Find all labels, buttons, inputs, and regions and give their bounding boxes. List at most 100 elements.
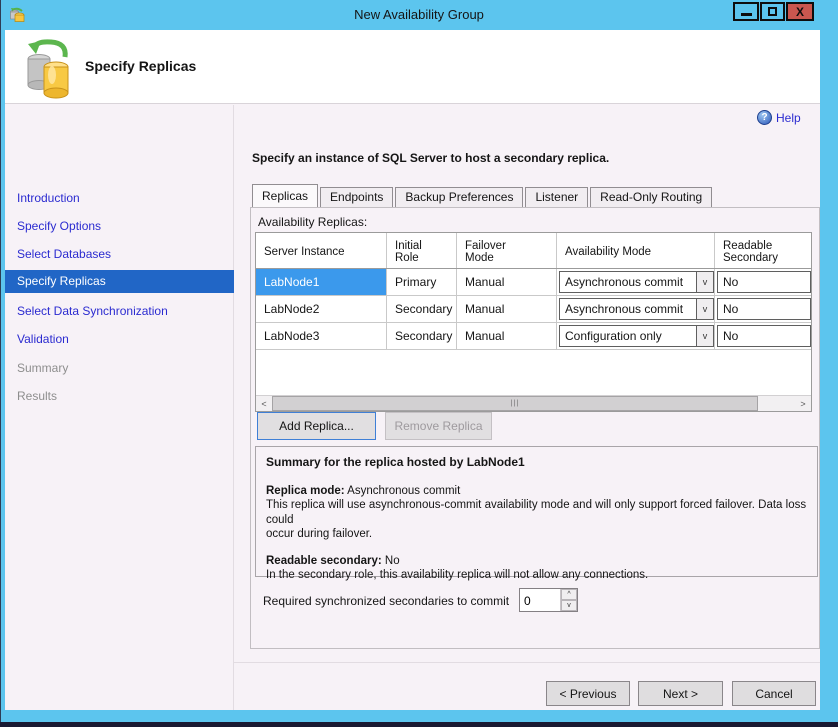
readable-secondary-value: No	[385, 555, 400, 567]
tab-replicas[interactable]: Replicas	[252, 184, 318, 207]
window-body: Specify Replicas Introduction Specify Op…	[5, 30, 820, 710]
dropdown-value: No	[718, 302, 810, 316]
readable-secondary-description: In the secondary role, this availability…	[266, 568, 807, 582]
horizontal-scrollbar[interactable]: < ||| >	[256, 395, 811, 411]
availability-replicas-label: Availability Replicas:	[258, 215, 367, 229]
required-secondaries-input[interactable]	[520, 589, 560, 611]
sidebar-item-introduction[interactable]: Introduction	[17, 191, 80, 205]
previous-button[interactable]: < Previous	[546, 681, 630, 706]
tab-listener[interactable]: Listener	[525, 187, 588, 207]
col-header-initial-role: Initial Role	[387, 233, 457, 268]
dropdown-value: No	[718, 329, 810, 343]
replicas-tab-page: Availability Replicas: Server Instance I…	[250, 207, 820, 649]
sidebar-item-select-databases[interactable]: Select Databases	[17, 247, 111, 261]
readable-secondary-dropdown[interactable]: No	[717, 325, 811, 347]
spin-up-icon[interactable]: ^	[561, 589, 577, 600]
add-replica-button[interactable]: Add Replica...	[257, 412, 376, 440]
minimize-button[interactable]	[733, 2, 759, 21]
replica-summary-panel: Summary for the replica hosted by LabNod…	[255, 446, 818, 577]
remove-replica-button: Remove Replica	[385, 412, 492, 440]
close-button[interactable]: X	[786, 2, 814, 21]
dropdown-value: Asynchronous commit	[560, 275, 696, 289]
grid-row-labnode2: LabNode2 Secondary Manual Asynchronous c…	[256, 296, 811, 323]
help-link[interactable]: ? Help	[757, 110, 801, 125]
sidebar-item-select-data-synchronization[interactable]: Select Data Synchronization	[17, 304, 168, 318]
cell-server-instance[interactable]: LabNode1	[256, 269, 387, 295]
cell-failover-mode[interactable]: Manual	[457, 269, 557, 295]
cell-failover-mode[interactable]: Manual	[457, 323, 557, 349]
sidebar-item-results: Results	[17, 389, 57, 403]
grid-empty-area	[256, 350, 811, 395]
help-label: Help	[776, 111, 801, 125]
readable-secondary-section: Readable secondary: No In the secondary …	[266, 554, 807, 583]
maximize-icon	[768, 7, 777, 16]
tab-strip: Replicas Endpoints Backup Preferences Li…	[252, 184, 712, 207]
titlebar[interactable]: New Availability Group X	[0, 0, 838, 30]
required-secondaries-label: Required synchronized secondaries to com…	[263, 594, 509, 608]
availability-group-icon	[23, 35, 75, 99]
wizard-header: Specify Replicas	[5, 30, 820, 104]
cell-initial-role[interactable]: Primary	[387, 269, 457, 295]
scrollbar-thumb[interactable]: |||	[272, 396, 758, 411]
scroll-left-icon[interactable]: <	[256, 396, 272, 411]
tab-read-only-routing[interactable]: Read-Only Routing	[590, 187, 712, 207]
desktop-edge	[0, 722, 838, 727]
summary-title: Summary for the replica hosted by LabNod…	[266, 455, 807, 470]
scroll-right-icon[interactable]: >	[795, 396, 811, 411]
sidebar-item-specify-replicas[interactable]: Specify Replicas	[5, 270, 234, 293]
replica-mode-label: Replica mode:	[266, 485, 345, 497]
readable-secondary-label: Readable secondary:	[266, 555, 382, 567]
chevron-down-icon[interactable]: v	[696, 299, 713, 319]
tab-backup-preferences[interactable]: Backup Preferences	[395, 187, 523, 207]
cell-readable-secondary: No	[715, 323, 811, 349]
maximize-button[interactable]	[760, 2, 785, 21]
readable-secondary-dropdown[interactable]: No	[717, 298, 811, 320]
col-header-server-instance: Server Instance	[256, 233, 387, 268]
chevron-down-icon[interactable]: v	[696, 326, 713, 346]
sidebar-item-specify-options[interactable]: Specify Options	[17, 219, 101, 233]
instruction-text: Specify an instance of SQL Server to hos…	[252, 151, 609, 165]
replica-mode-description: This replica will use asynchronous-commi…	[266, 498, 807, 541]
cell-availability-mode: Asynchronous commit v	[557, 269, 715, 295]
window-title: New Availability Group	[0, 0, 838, 30]
sidebar-item-summary: Summary	[17, 361, 68, 375]
availability-mode-dropdown[interactable]: Asynchronous commit v	[559, 298, 714, 320]
dropdown-value: Configuration only	[560, 329, 696, 343]
grid-row-labnode1: LabNode1 Primary Manual Asynchronous com…	[256, 269, 811, 296]
cell-server-instance[interactable]: LabNode2	[256, 296, 387, 322]
footer-divider	[234, 662, 820, 663]
chevron-down-icon[interactable]: v	[696, 272, 713, 292]
cell-availability-mode: Asynchronous commit v	[557, 296, 715, 322]
availability-mode-dropdown[interactable]: Configuration only v	[559, 325, 714, 347]
next-button[interactable]: Next >	[638, 681, 723, 706]
dropdown-value: No	[718, 275, 810, 289]
cancel-button[interactable]: Cancel	[732, 681, 816, 706]
help-icon: ?	[757, 110, 772, 125]
replica-mode-section: Replica mode: Asynchronous commit This r…	[266, 484, 807, 542]
sidebar-item-validation[interactable]: Validation	[17, 332, 69, 346]
cell-server-instance[interactable]: LabNode3	[256, 323, 387, 349]
availability-mode-dropdown[interactable]: Asynchronous commit v	[559, 271, 714, 293]
replica-mode-value: Asynchronous commit	[347, 485, 460, 497]
required-secondaries-spinner: ^ v	[519, 588, 578, 612]
grid-row-labnode3: LabNode3 Secondary Manual Configuration …	[256, 323, 811, 350]
spinner-buttons: ^ v	[560, 589, 577, 611]
page-title: Specify Replicas	[85, 58, 196, 74]
cell-availability-mode: Configuration only v	[557, 323, 715, 349]
spin-down-icon[interactable]: v	[561, 600, 577, 611]
readable-secondary-dropdown[interactable]: No	[717, 271, 811, 293]
tab-endpoints[interactable]: Endpoints	[320, 187, 393, 207]
wizard-steps-sidebar: Introduction Specify Options Select Data…	[5, 105, 234, 710]
grid-header-row: Server Instance Initial Role Failover Mo…	[256, 233, 811, 269]
col-header-readable-secondary: Readable Secondary	[715, 233, 811, 268]
cell-readable-secondary: No	[715, 296, 811, 322]
dropdown-value: Asynchronous commit	[560, 302, 696, 316]
col-header-availability-mode: Availability Mode	[557, 233, 715, 268]
close-icon: X	[796, 5, 804, 19]
cell-failover-mode[interactable]: Manual	[457, 296, 557, 322]
cell-readable-secondary: No	[715, 269, 811, 295]
scrollbar-track[interactable]	[758, 396, 795, 411]
cell-initial-role[interactable]: Secondary	[387, 296, 457, 322]
cell-initial-role[interactable]: Secondary	[387, 323, 457, 349]
col-header-failover-mode: Failover Mode	[457, 233, 557, 268]
